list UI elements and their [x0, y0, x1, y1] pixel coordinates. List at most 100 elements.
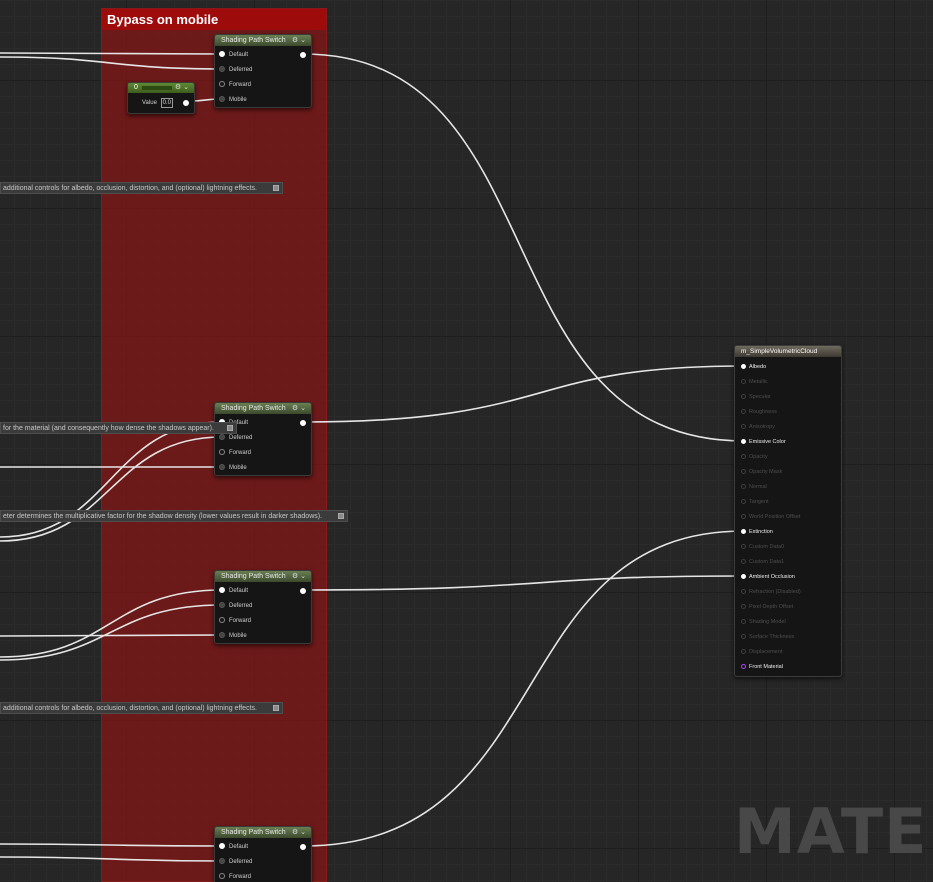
node-title: Shading Path Switch: [221, 573, 286, 580]
material-input-pin[interactable]: Surface Thickness: [741, 631, 794, 643]
pin-icon: [219, 873, 225, 880]
pin-default[interactable]: Default: [219, 49, 248, 61]
pin-icon: [741, 499, 746, 505]
pin-forward[interactable]: Forward: [219, 871, 251, 882]
shading-path-switch-node[interactable]: Shading Path Switch ⚙ ⌄ Default Deferred …: [214, 826, 312, 882]
comment-note[interactable]: additional controls for albedo, occlusio…: [0, 182, 283, 194]
note-bubble-icon[interactable]: [338, 513, 344, 519]
material-input-pin[interactable]: Displacement: [741, 646, 782, 658]
material-input-label: Displacement: [749, 649, 783, 655]
pin-icon: [219, 434, 225, 441]
material-input-pin[interactable]: Tangent: [741, 496, 769, 508]
pin-icon: [219, 602, 225, 609]
node-title: Shading Path Switch: [221, 37, 286, 44]
note-bubble-icon[interactable]: [227, 425, 233, 431]
pin-icon: [219, 96, 225, 103]
pin-mobile[interactable]: Mobile: [219, 462, 247, 474]
wire: [302, 575, 745, 591]
pin-icon: [741, 469, 746, 475]
pin-icon: [741, 454, 746, 460]
material-input-pin[interactable]: Front Material: [741, 661, 783, 673]
output-pin[interactable]: [183, 100, 189, 106]
pin-icon: [741, 529, 746, 535]
pin-forward[interactable]: Forward: [219, 79, 251, 91]
comment-note[interactable]: additional controls for albedo, occlusio…: [0, 702, 283, 714]
pin-icon: [219, 449, 225, 456]
material-input-pin[interactable]: Metallic: [741, 376, 768, 388]
pin-icon: [741, 664, 746, 670]
node-controls-icon[interactable]: ⚙ ⌄: [292, 827, 306, 838]
material-input-label: Tangent: [749, 499, 769, 505]
output-pin[interactable]: [300, 420, 306, 426]
material-input-pin[interactable]: World Position Offset: [741, 511, 800, 523]
node-controls-icon[interactable]: ⚙ ⌄: [292, 35, 306, 46]
material-input-label: Emissive Color: [749, 439, 786, 445]
material-input-pin[interactable]: Custom Data0: [741, 541, 784, 553]
graph-canvas[interactable]: Bypass on mobile Shading Path Switch ⚙ ⌄ …: [0, 0, 933, 882]
comment-note[interactable]: eter determines the multiplicative facto…: [0, 510, 348, 522]
material-input-pin[interactable]: Refraction (Disabled): [741, 586, 801, 598]
shading-path-switch-node[interactable]: Shading Path Switch ⚙ ⌄ Default Deferred …: [214, 570, 312, 644]
material-input-label: World Position Offset: [749, 514, 801, 520]
comment-note[interactable]: for the material (and consequently how d…: [0, 422, 237, 434]
wire: [0, 604, 223, 661]
pin-icon: [741, 559, 746, 565]
wire: [0, 436, 223, 542]
material-input-label: Metallic: [749, 379, 768, 385]
material-input-pin[interactable]: Opacity: [741, 451, 768, 463]
pin-icon: [741, 589, 746, 595]
shading-path-switch-node[interactable]: Shading Path Switch ⚙ ⌄ Default Deferred …: [214, 402, 312, 476]
material-input-pin[interactable]: Emissive Color: [741, 436, 786, 448]
material-input-label: Ambient Occlusion: [749, 574, 795, 580]
node-controls-icon[interactable]: ⚙ ⌄: [292, 403, 306, 414]
pin-forward[interactable]: Forward: [219, 615, 251, 627]
wire: [302, 53, 745, 442]
pin-icon: [219, 632, 225, 639]
pin-icon: [741, 514, 746, 520]
material-input-pin[interactable]: Extinction: [741, 526, 773, 538]
constant-node[interactable]: 0 ⚙ ⌄ Value 0.0: [127, 82, 195, 114]
constant-value-row: Value 0.0: [142, 98, 173, 108]
wire: [302, 365, 745, 423]
material-input-pin[interactable]: Ambient Occlusion: [741, 571, 795, 583]
pin-icon: [741, 484, 746, 490]
note-bubble-icon[interactable]: [273, 705, 279, 711]
pin-icon: [219, 464, 225, 471]
material-input-pin[interactable]: Shading Model: [741, 616, 786, 628]
material-input-pin[interactable]: Specular: [741, 391, 771, 403]
output-pin[interactable]: [300, 844, 306, 850]
pin-default[interactable]: Default: [219, 585, 248, 597]
constant-value-field[interactable]: 0.0: [160, 98, 173, 108]
pin-deferred[interactable]: Deferred: [219, 600, 252, 612]
material-result-node[interactable]: m_SimpleVolumetricCloud Albedo Metallic Sp…: [734, 345, 842, 677]
node-controls-icon[interactable]: ⚙ ⌄: [175, 83, 189, 93]
pin-default[interactable]: Default: [219, 841, 248, 853]
pin-mobile[interactable]: Mobile: [219, 630, 247, 642]
material-input-pin[interactable]: Normal: [741, 481, 767, 493]
pin-icon: [741, 364, 746, 370]
material-input-pin[interactable]: Pixel Depth Offset: [741, 601, 793, 613]
material-input-label: Specular: [749, 394, 771, 400]
material-input-pin[interactable]: Anisotropy: [741, 421, 775, 433]
material-input-pin[interactable]: Opacity Mask: [741, 466, 782, 478]
pin-icon: [741, 424, 746, 430]
output-pin[interactable]: [300, 588, 306, 594]
material-input-pin[interactable]: Custom Data1: [741, 556, 784, 568]
pin-connected-icon: [219, 843, 225, 850]
pin-connected-icon: [219, 587, 225, 594]
pin-icon: [741, 439, 746, 445]
material-input-pin[interactable]: Albedo: [741, 361, 766, 373]
pin-forward[interactable]: Forward: [219, 447, 251, 459]
material-input-pin[interactable]: Roughness: [741, 406, 777, 418]
output-pin[interactable]: [300, 52, 306, 58]
pin-deferred[interactable]: Deferred: [219, 64, 252, 76]
note-bubble-icon[interactable]: [273, 185, 279, 191]
material-input-label: Anisotropy: [749, 424, 775, 430]
pin-mobile[interactable]: Mobile: [219, 94, 247, 106]
shading-path-switch-node[interactable]: Shading Path Switch ⚙ ⌄ Default Deferred …: [214, 34, 312, 108]
node-controls-icon[interactable]: ⚙ ⌄: [292, 571, 306, 582]
wire: [0, 52, 223, 55]
pin-deferred[interactable]: Deferred: [219, 856, 252, 868]
material-input-label: Roughness: [749, 409, 777, 415]
wire: [0, 634, 223, 637]
